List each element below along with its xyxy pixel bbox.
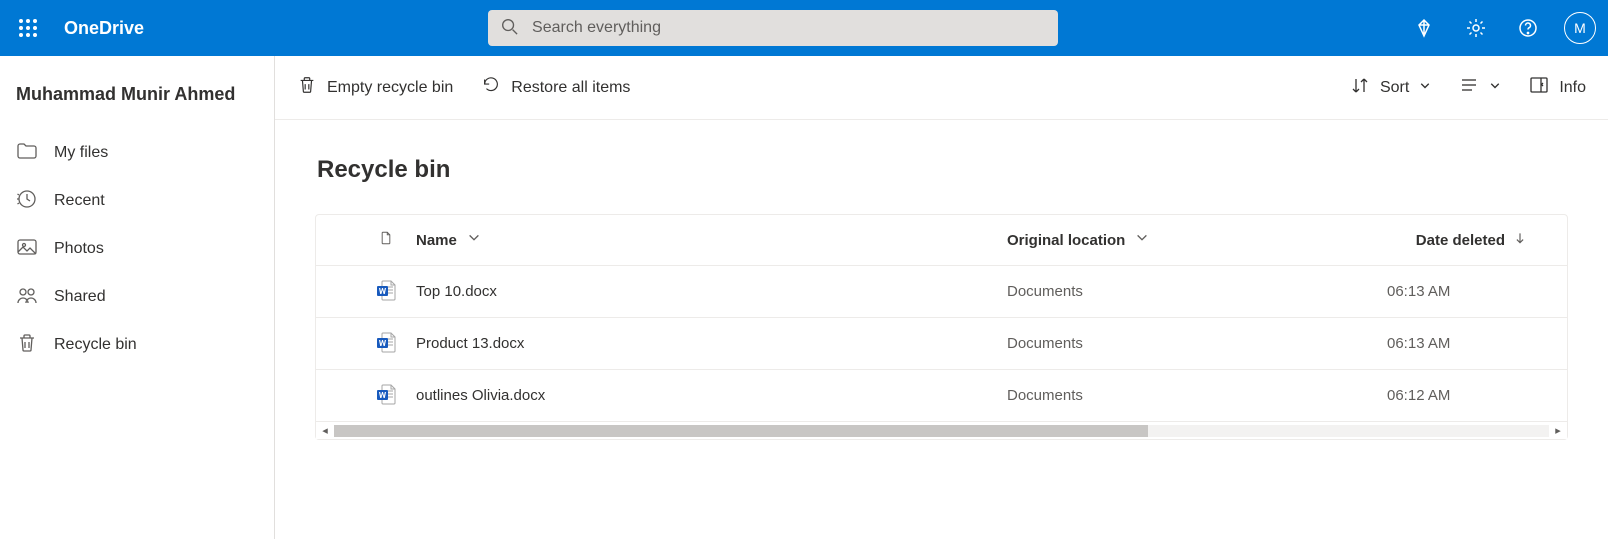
info-pane-icon — [1529, 75, 1549, 100]
settings-button[interactable] — [1454, 0, 1498, 56]
file-list-card: Name Original location Date deleted Top … — [315, 214, 1568, 440]
file-location-cell: Documents — [1007, 335, 1387, 352]
sidebar-item-recycle-bin[interactable]: Recycle bin — [0, 321, 274, 369]
table-row[interactable]: Top 10.docx Documents 06:13 AM — [316, 265, 1567, 317]
scroll-right-arrow-icon[interactable]: ▸ — [1549, 424, 1567, 437]
table-header: Name Original location Date deleted — [316, 215, 1567, 265]
document-icon — [379, 231, 393, 249]
folder-icon — [16, 140, 38, 167]
restore-icon — [481, 75, 501, 100]
command-label: Info — [1559, 79, 1586, 97]
file-date-cell: 06:12 AM — [1387, 387, 1527, 404]
file-date-cell: 06:13 AM — [1387, 283, 1527, 300]
help-button[interactable] — [1506, 0, 1550, 56]
app-launcher-button[interactable] — [0, 0, 56, 56]
empty-recycle-bin-button[interactable]: Empty recycle bin — [297, 75, 453, 100]
column-label: Original location — [1007, 232, 1125, 249]
column-header-icon — [356, 231, 416, 249]
file-location-cell: Documents — [1007, 283, 1387, 300]
table-row[interactable]: outlines Olivia.docx Documents 06:12 AM — [316, 369, 1567, 421]
chevron-down-icon — [1135, 231, 1149, 249]
sidebar-item-label: Photos — [54, 240, 104, 258]
sort-icon — [1350, 75, 1370, 100]
photos-icon — [16, 236, 38, 263]
premium-button[interactable] — [1402, 0, 1446, 56]
main-content: Empty recycle bin Restore all items Sort — [275, 56, 1608, 539]
sidebar: Muhammad Munir Ahmed My files Recent Pho… — [0, 56, 275, 539]
view-options-button[interactable] — [1459, 75, 1501, 100]
sidebar-item-recent[interactable]: Recent — [0, 177, 274, 225]
user-name-label: Muhammad Munir Ahmed — [0, 84, 274, 129]
sidebar-item-label: Recycle bin — [54, 336, 137, 354]
command-label: Sort — [1380, 79, 1409, 97]
command-bar: Empty recycle bin Restore all items Sort — [275, 56, 1608, 120]
column-header-name[interactable]: Name — [416, 231, 1007, 249]
word-file-icon — [375, 279, 397, 305]
sidebar-item-shared[interactable]: Shared — [0, 273, 274, 321]
brand-label: OneDrive — [64, 18, 144, 39]
view-list-icon — [1459, 75, 1479, 100]
recycle-bin-icon — [16, 332, 38, 359]
shared-icon — [16, 284, 38, 311]
sidebar-item-label: My files — [54, 144, 108, 162]
column-label: Name — [416, 232, 457, 249]
arrow-down-icon — [1513, 231, 1527, 249]
file-name-cell: outlines Olivia.docx — [416, 387, 1007, 404]
word-file-icon — [375, 383, 397, 409]
sidebar-item-label: Shared — [54, 288, 106, 306]
column-label: Date deleted — [1416, 232, 1505, 249]
column-header-location[interactable]: Original location — [1007, 231, 1387, 249]
table-row[interactable]: Product 13.docx Documents 06:13 AM — [316, 317, 1567, 369]
scroll-left-arrow-icon[interactable]: ◂ — [316, 424, 334, 437]
search-box[interactable] — [488, 10, 1058, 46]
chevron-down-icon — [1419, 79, 1431, 97]
recent-icon — [16, 188, 38, 215]
column-header-date-deleted[interactable]: Date deleted — [1387, 231, 1527, 249]
file-date-cell: 06:13 AM — [1387, 335, 1527, 352]
horizontal-scrollbar[interactable]: ◂ ▸ — [316, 421, 1567, 439]
chevron-down-icon — [1489, 79, 1501, 97]
sidebar-item-my-files[interactable]: My files — [0, 129, 274, 177]
scroll-track[interactable] — [334, 425, 1549, 437]
file-name-cell: Product 13.docx — [416, 335, 1007, 352]
command-label: Restore all items — [511, 79, 630, 97]
search-icon — [500, 17, 518, 40]
info-pane-button[interactable]: Info — [1529, 75, 1586, 100]
sidebar-item-label: Recent — [54, 192, 105, 210]
scroll-thumb[interactable] — [334, 425, 1148, 437]
search-input[interactable] — [532, 19, 1046, 37]
trash-icon — [297, 75, 317, 100]
account-avatar[interactable]: M — [1564, 12, 1596, 44]
app-header: OneDrive M — [0, 0, 1608, 56]
page-title: Recycle bin — [315, 156, 1568, 184]
file-name-cell: Top 10.docx — [416, 283, 1007, 300]
command-label: Empty recycle bin — [327, 79, 453, 97]
file-location-cell: Documents — [1007, 387, 1387, 404]
restore-all-button[interactable]: Restore all items — [481, 75, 630, 100]
chevron-down-icon — [467, 231, 481, 249]
sidebar-item-photos[interactable]: Photos — [0, 225, 274, 273]
sort-button[interactable]: Sort — [1350, 75, 1431, 100]
word-file-icon — [375, 331, 397, 357]
